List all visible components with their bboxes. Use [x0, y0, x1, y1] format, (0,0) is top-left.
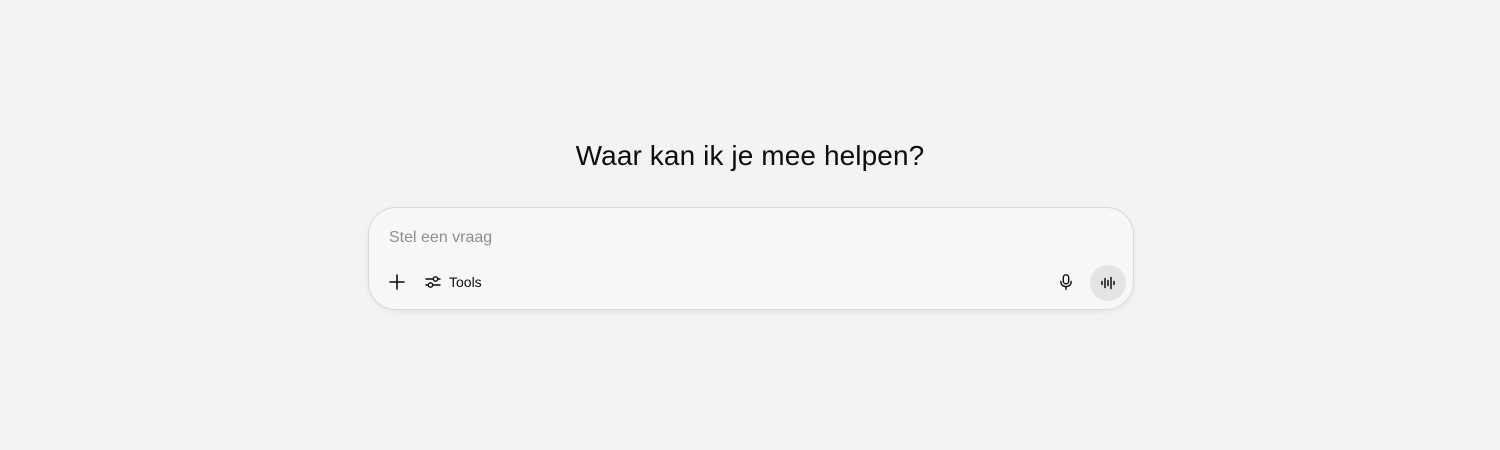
sliders-icon: [424, 273, 442, 291]
microphone-icon: [1057, 273, 1075, 291]
page-title: Waar kan ik je mee helpen?: [575, 140, 925, 171]
prompt-composer: Tools: [368, 207, 1134, 310]
dictate-button[interactable]: [1051, 267, 1081, 297]
add-attachment-button[interactable]: [382, 267, 412, 297]
plus-icon: [388, 273, 406, 291]
waveform-icon: [1099, 274, 1117, 292]
tools-button[interactable]: Tools: [420, 267, 488, 297]
voice-mode-button[interactable]: [1090, 265, 1126, 301]
tools-label: Tools: [449, 274, 482, 290]
prompt-input[interactable]: [389, 224, 1089, 252]
